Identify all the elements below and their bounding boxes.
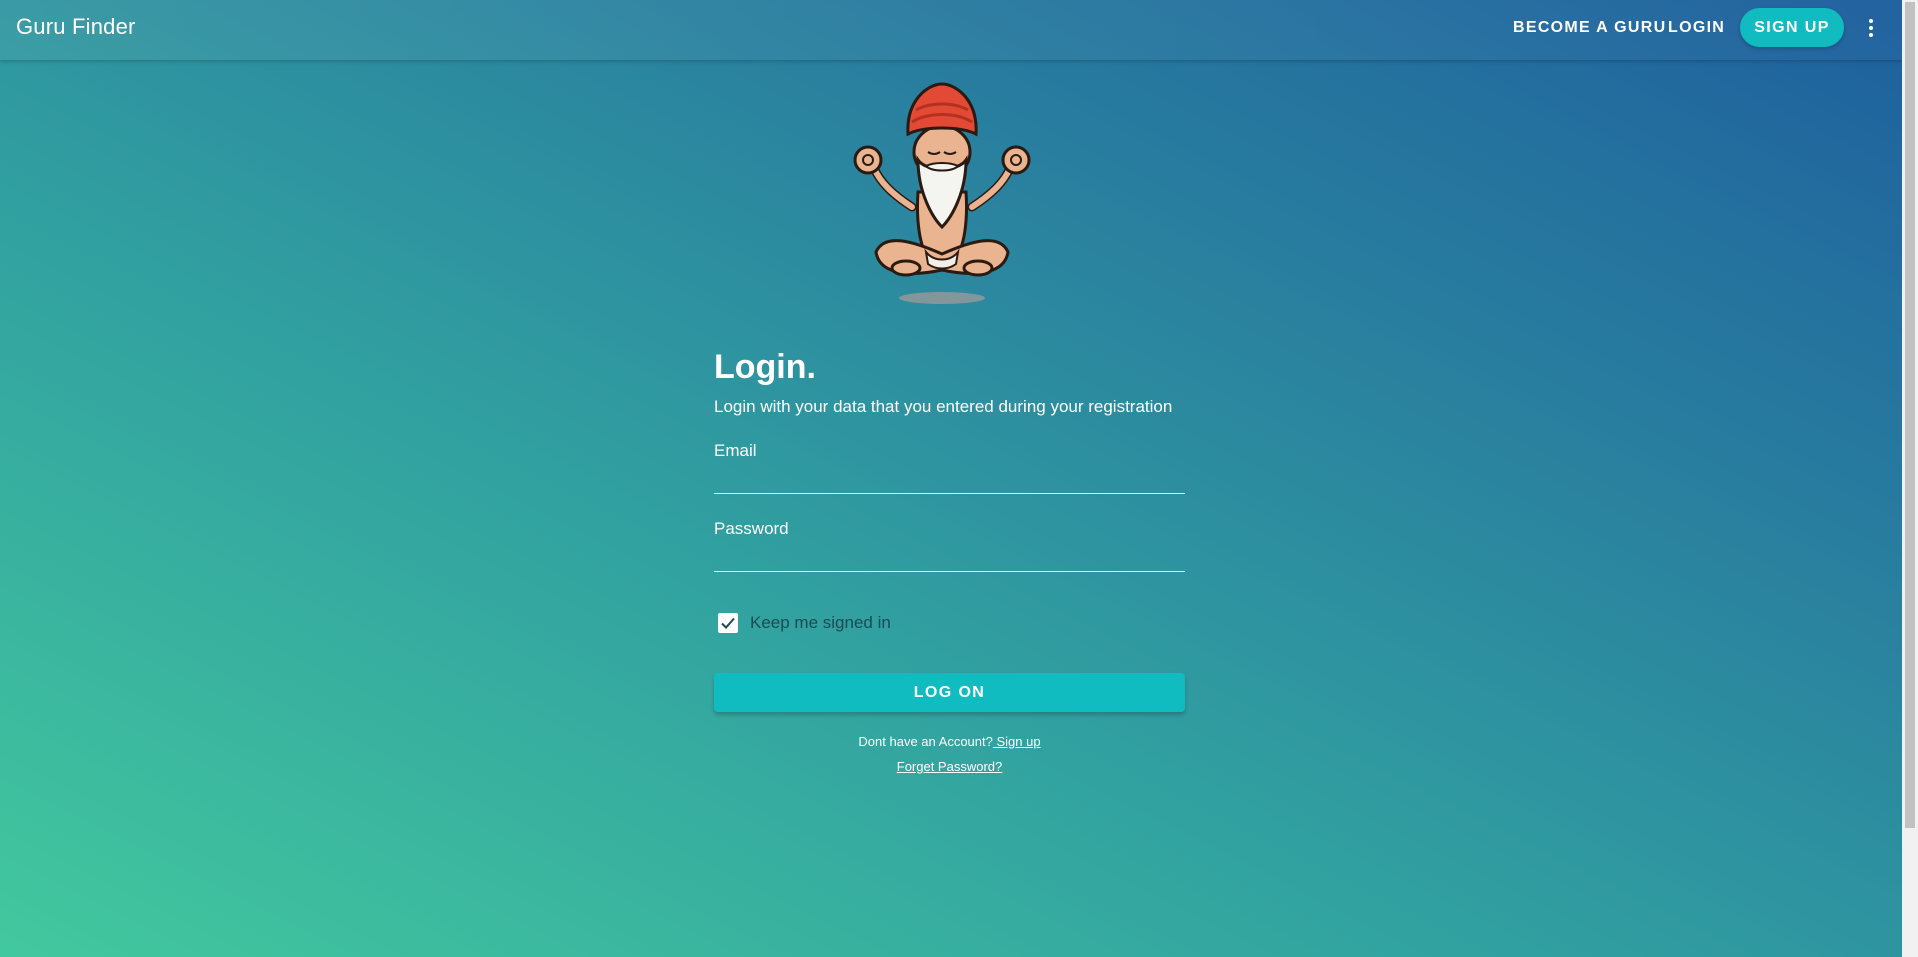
email-field-group: Email — [714, 441, 1185, 495]
email-field[interactable] — [714, 465, 1185, 494]
log-on-button[interactable]: LOG ON — [714, 673, 1185, 712]
check-icon — [721, 617, 735, 629]
more-vertical-icon[interactable] — [1862, 16, 1880, 40]
no-account-text: Dont have an Account? — [858, 734, 993, 749]
app-bar: Guru Finder BECOME A GURU LOGIN SIGN UP — [0, 0, 1902, 60]
scrollbar-thumb[interactable] — [1905, 2, 1915, 828]
meditating-guru-illustration — [840, 82, 1060, 307]
keep-signed-in-row: Keep me signed in — [714, 611, 1185, 635]
password-label: Password — [714, 519, 789, 538]
password-field-group: Password — [714, 519, 1185, 573]
login-link[interactable]: LOGIN — [1668, 19, 1725, 37]
forgot-password-row: Forget Password? — [714, 754, 1185, 779]
password-field[interactable] — [714, 543, 1185, 572]
email-label: Email — [714, 441, 757, 460]
sign-up-link[interactable]: Sign up — [993, 734, 1040, 749]
login-heading: Login. — [714, 348, 816, 386]
footer-links: Dont have an Account? Sign up Forget Pas… — [714, 729, 1185, 779]
sign-up-button[interactable]: SIGN UP — [1740, 8, 1844, 47]
login-form: Login. Login with your data that you ent… — [714, 345, 1185, 779]
app-title[interactable]: Guru Finder — [16, 14, 136, 40]
keep-signed-in-label[interactable]: Keep me signed in — [750, 613, 891, 633]
forgot-password-link[interactable]: Forget Password? — [897, 759, 1003, 774]
page-scrollbar[interactable] — [1902, 0, 1918, 957]
keep-signed-in-checkbox[interactable] — [718, 613, 738, 633]
no-account-row: Dont have an Account? Sign up — [714, 729, 1185, 754]
become-a-guru-link[interactable]: BECOME A GURU — [1513, 19, 1667, 37]
login-subtitle: Login with your data that you entered du… — [714, 397, 1173, 416]
